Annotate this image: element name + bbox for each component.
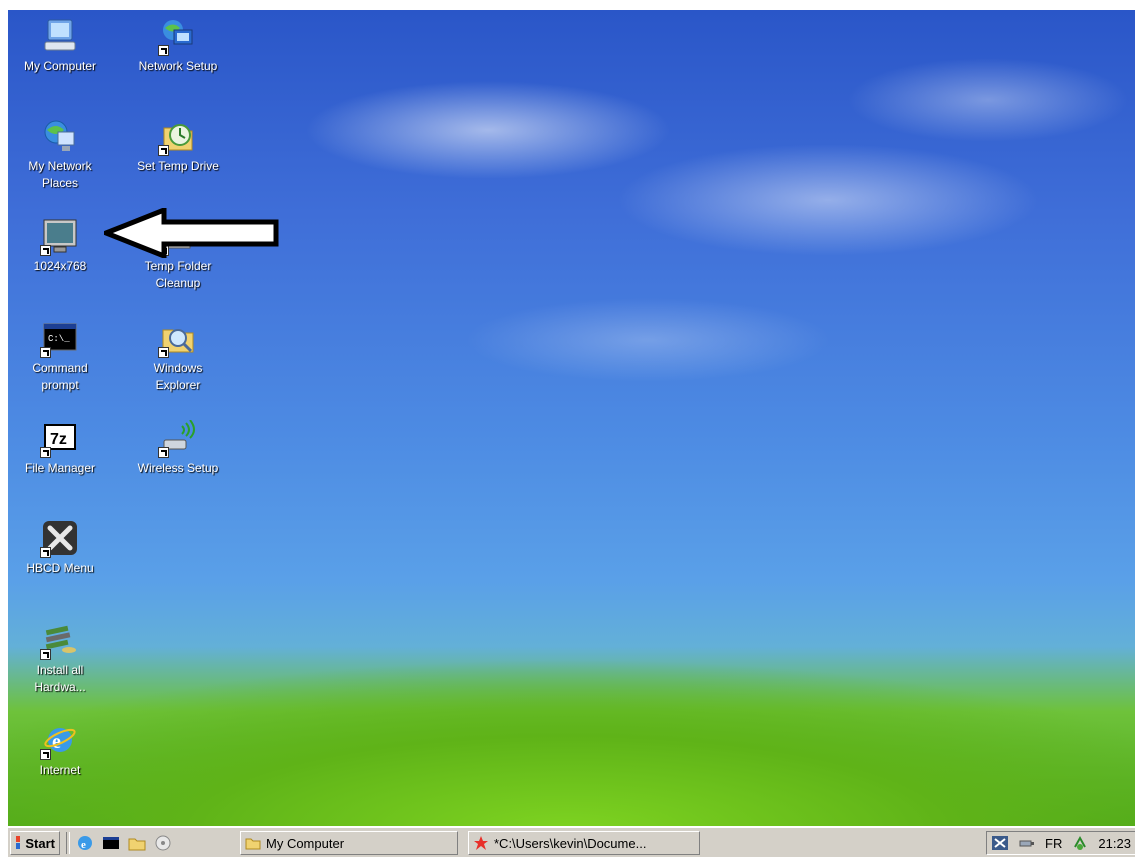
- tools-tray-icon[interactable]: [991, 835, 1009, 851]
- folder-icon: [245, 838, 261, 850]
- icon-label: Internet: [39, 763, 81, 777]
- icon-label: Wireless Setup: [137, 461, 219, 475]
- media-icon[interactable]: [154, 834, 172, 852]
- cmd-icon[interactable]: [102, 834, 120, 852]
- explorer-icon: [158, 320, 196, 358]
- command-prompt-icon: C:\_: [40, 320, 78, 358]
- network-setup-icon: [158, 18, 196, 56]
- task-my-computer[interactable]: My Computer: [240, 831, 458, 855]
- icon-label: 1024x768: [33, 259, 87, 273]
- desktop: My Computer My Network Places 1024x768 C…: [8, 10, 1135, 826]
- icon-label: My Network Places: [28, 159, 92, 190]
- icon-label: HBCD Menu: [26, 561, 94, 575]
- icon-label: File Manager: [24, 461, 96, 475]
- desktop-icon-file-manager[interactable]: 7z File Manager: [10, 420, 110, 477]
- desktop-icon-internet[interactable]: e Internet: [10, 722, 110, 779]
- icon-label: Temp Folder Cleanup: [144, 259, 212, 290]
- network-places-icon: [42, 118, 78, 154]
- tools-icon: [40, 520, 78, 558]
- task-label: *C:\Users\kevin\Docume...: [494, 835, 647, 851]
- paint-icon: [474, 836, 488, 850]
- icon-label: Network Setup: [138, 59, 218, 73]
- wireless-icon: [158, 419, 196, 458]
- 7zip-icon: 7z: [40, 420, 78, 458]
- clock[interactable]: 21:23: [1098, 836, 1131, 851]
- network-tray-icon[interactable]: [1072, 835, 1088, 851]
- icon-label: Windows Explorer: [153, 361, 203, 392]
- internet-explorer-icon: e: [40, 722, 78, 760]
- svg-text:e: e: [81, 839, 86, 851]
- icon-label: My Computer: [23, 59, 97, 73]
- desktop-icon-network-setup[interactable]: Network Setup: [128, 18, 228, 75]
- taskbar-separator: [66, 832, 70, 854]
- start-label: Start: [25, 835, 55, 851]
- desktop-icon-hbcd-menu[interactable]: HBCD Menu: [10, 520, 110, 577]
- 7zip-glyph-text: 7z: [50, 431, 67, 448]
- my-computer-icon: [42, 18, 78, 54]
- folder-icon[interactable]: [128, 834, 146, 852]
- cmd-glyph-text: C:\_: [48, 334, 70, 344]
- pointer-arrow-icon: [104, 208, 279, 258]
- icon-label: Set Temp Drive: [137, 159, 219, 173]
- ie-icon[interactable]: e: [76, 834, 94, 852]
- desktop-icon-install-hardware[interactable]: Install all Hardwa...: [10, 622, 110, 696]
- desktop-icon-command-prompt[interactable]: C:\_ Command prompt: [10, 320, 110, 394]
- temp-drive-icon: [158, 118, 196, 156]
- desktop-icon-my-computer[interactable]: My Computer: [10, 18, 110, 75]
- windows-logo-icon: [16, 836, 21, 849]
- usb-icon[interactable]: [1019, 837, 1035, 849]
- taskbar: Start e My Computer *C:\Users\kevin\Docu…: [8, 826, 1135, 857]
- task-label: My Computer: [266, 835, 345, 851]
- hardware-icon: [40, 622, 78, 660]
- system-tray: FR 21:23: [986, 831, 1135, 855]
- monitor-icon: [40, 218, 78, 256]
- desktop-icon-wireless-setup[interactable]: Wireless Setup: [128, 419, 228, 477]
- language-indicator[interactable]: FR: [1045, 836, 1062, 851]
- desktop-icon-windows-explorer[interactable]: Windows Explorer: [128, 320, 228, 394]
- task-paint-document[interactable]: *C:\Users\kevin\Docume...: [468, 831, 700, 855]
- desktop-icon-my-network-places[interactable]: My Network Places: [10, 118, 110, 192]
- desktop-icon-set-temp-drive[interactable]: Set Temp Drive: [128, 118, 228, 175]
- desktop-icon-1024x768[interactable]: 1024x768: [10, 218, 110, 275]
- start-button[interactable]: Start: [10, 831, 60, 855]
- icon-label: Install all Hardwa...: [34, 663, 86, 694]
- icon-label: Command prompt: [32, 361, 88, 392]
